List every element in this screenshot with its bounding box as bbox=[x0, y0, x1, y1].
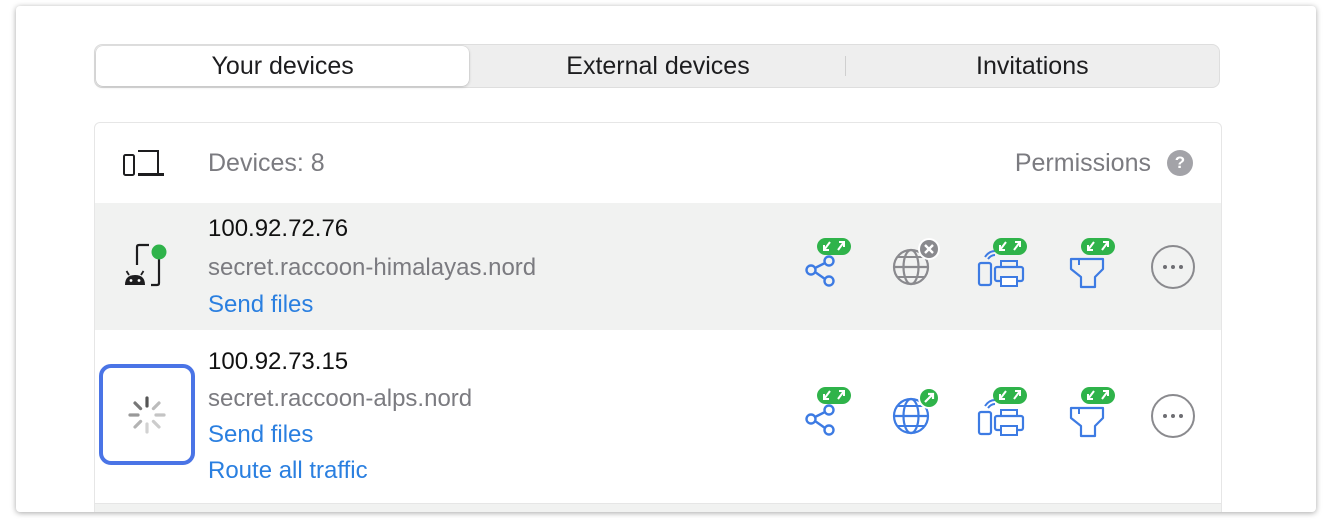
ethernet-icon[interactable] bbox=[1063, 235, 1119, 291]
device-ip: 100.92.72.76 bbox=[208, 215, 349, 242]
devices-count: Devices: 8 bbox=[208, 149, 325, 177]
device-hostname: secret.raccoon-himalayas.nord bbox=[208, 254, 537, 281]
devices-window: Your devices External devices Invitation… bbox=[16, 6, 1316, 512]
ellipsis-icon bbox=[1163, 414, 1183, 418]
send-files-link[interactable]: Send files bbox=[208, 421, 313, 449]
send-files-link[interactable]: Send files bbox=[208, 291, 313, 319]
tab-external-devices[interactable]: External devices bbox=[471, 45, 844, 87]
next-device-row bbox=[95, 504, 1221, 512]
file-sharing-icon[interactable] bbox=[799, 384, 855, 440]
tab-invitations[interactable]: Invitations bbox=[846, 45, 1219, 87]
more-options-button[interactable] bbox=[1151, 245, 1195, 289]
device-tabs: Your devices External devices Invitation… bbox=[94, 44, 1220, 88]
routing-globe-icon[interactable] bbox=[887, 384, 943, 440]
ellipsis-icon bbox=[1163, 265, 1183, 269]
device-row[interactable]: 100.92.72.76 secret.raccoon-himalayas.no… bbox=[95, 203, 1221, 330]
devices-icon bbox=[123, 150, 164, 176]
device-icon-focused[interactable] bbox=[99, 364, 195, 465]
device-row[interactable]: 100.92.73.15 secret.raccoon-alps.nord Se… bbox=[95, 330, 1221, 504]
android-icon bbox=[125, 243, 167, 287]
devices-panel: Devices: 8 Permissions ? 100.92.72.76 se… bbox=[94, 122, 1222, 512]
local-network-icon[interactable] bbox=[975, 384, 1031, 440]
local-network-icon[interactable] bbox=[975, 235, 1031, 291]
device-ip: 100.92.73.15 bbox=[208, 348, 349, 375]
more-options-button[interactable] bbox=[1151, 394, 1195, 438]
tab-your-devices[interactable]: Your devices bbox=[96, 46, 470, 86]
help-icon[interactable]: ? bbox=[1167, 150, 1193, 176]
routing-globe-icon[interactable] bbox=[887, 235, 943, 291]
device-hostname: secret.raccoon-alps.nord bbox=[208, 385, 473, 412]
route-all-traffic-link[interactable]: Route all traffic bbox=[208, 457, 368, 485]
loading-spinner-icon bbox=[128, 395, 166, 434]
permissions-label: Permissions bbox=[1014, 149, 1151, 177]
ethernet-icon[interactable] bbox=[1063, 384, 1119, 440]
devices-header: Devices: 8 Permissions ? bbox=[95, 123, 1221, 203]
file-sharing-icon[interactable] bbox=[799, 235, 855, 291]
